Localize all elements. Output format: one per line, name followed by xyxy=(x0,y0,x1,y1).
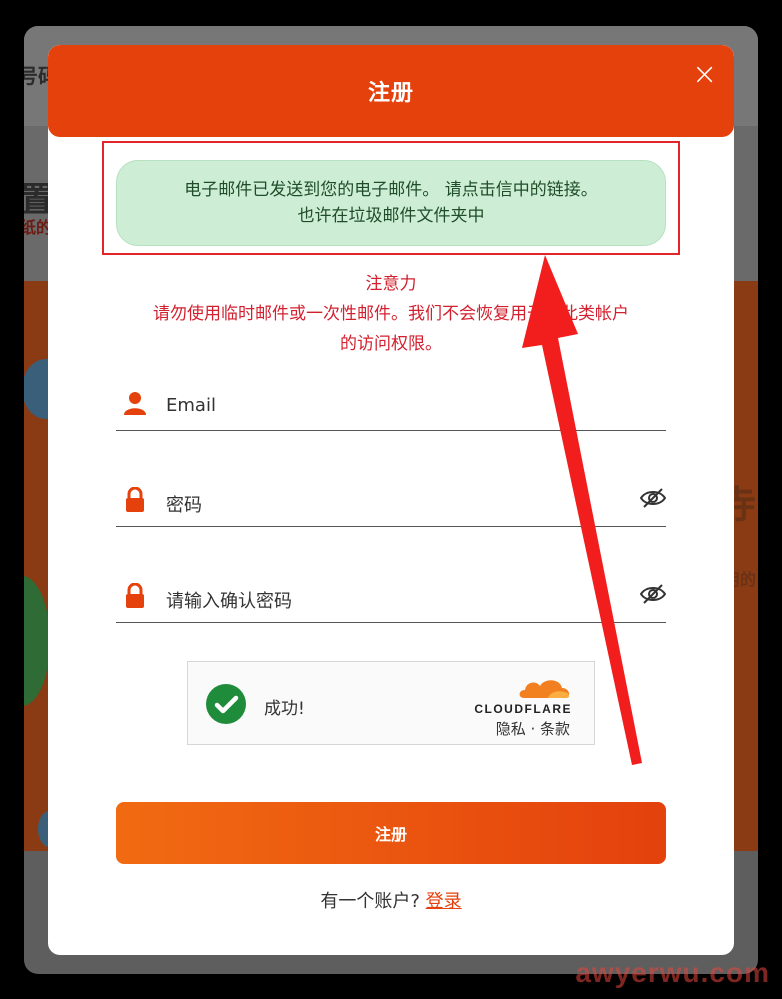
login-link[interactable]: 登录 xyxy=(426,891,462,912)
notice-line: 电子邮件已发送到您的电子邮件。 请点击信中的链接。 xyxy=(184,180,598,200)
cloudflare-logo-text: CLOUDFLARE xyxy=(474,702,572,716)
email-field[interactable]: Email xyxy=(116,385,666,431)
notice-line: 也许在垃圾邮件文件夹中 xyxy=(297,206,485,226)
privacy-terms-links[interactable]: 隐私 · 条款 xyxy=(496,718,570,739)
eye-slash-icon[interactable] xyxy=(640,487,666,509)
close-button[interactable]: × xyxy=(692,60,717,90)
captcha-status: 成功! xyxy=(264,699,305,719)
modal-title: 注册 xyxy=(367,81,414,106)
register-modal: 注册 × 电子邮件已发送到您的电子邮件。 请点击信中的链接。 也许在垃圾邮件文件… xyxy=(48,45,734,955)
confirm-password-placeholder: 请输入确认密码 xyxy=(166,591,292,612)
password-placeholder: 密码 xyxy=(166,495,202,516)
cloudflare-cloud-icon xyxy=(519,680,570,698)
login-prompt: 有一个账户? 登录 xyxy=(48,887,734,913)
confirm-password-field[interactable]: 请输入确认密码 xyxy=(116,577,666,623)
eye-slash-icon[interactable] xyxy=(640,583,666,605)
attention-line: 的访问权限。 xyxy=(340,334,442,354)
attention-title: 注意力 xyxy=(365,274,417,294)
user-icon xyxy=(124,392,146,415)
password-field[interactable]: 密码 xyxy=(116,481,666,527)
register-submit-button[interactable]: 注册 xyxy=(116,802,666,864)
modal-header: 注册 × xyxy=(48,45,734,137)
cloudflare-captcha[interactable]: 成功! CLOUDFLARE 隐私 · 条款 xyxy=(187,661,595,745)
lock-icon xyxy=(126,487,144,512)
email-sent-notice: 电子邮件已发送到您的电子邮件。 请点击信中的链接。 也许在垃圾邮件文件夹中 xyxy=(116,160,666,246)
watermark: awyerwu.com xyxy=(575,957,770,988)
attention-line: 请勿使用临时邮件或一次性邮件。我们不会恢复用于对此类帐户 xyxy=(153,304,629,324)
lock-icon xyxy=(126,583,144,608)
email-placeholder: Email xyxy=(166,395,216,416)
check-circle-icon xyxy=(206,684,246,724)
login-prompt-text: 有一个账户? xyxy=(320,891,420,912)
attention-warning: 注意力 请勿使用临时邮件或一次性邮件。我们不会恢复用于对此类帐户 的访问权限。 xyxy=(88,269,694,359)
